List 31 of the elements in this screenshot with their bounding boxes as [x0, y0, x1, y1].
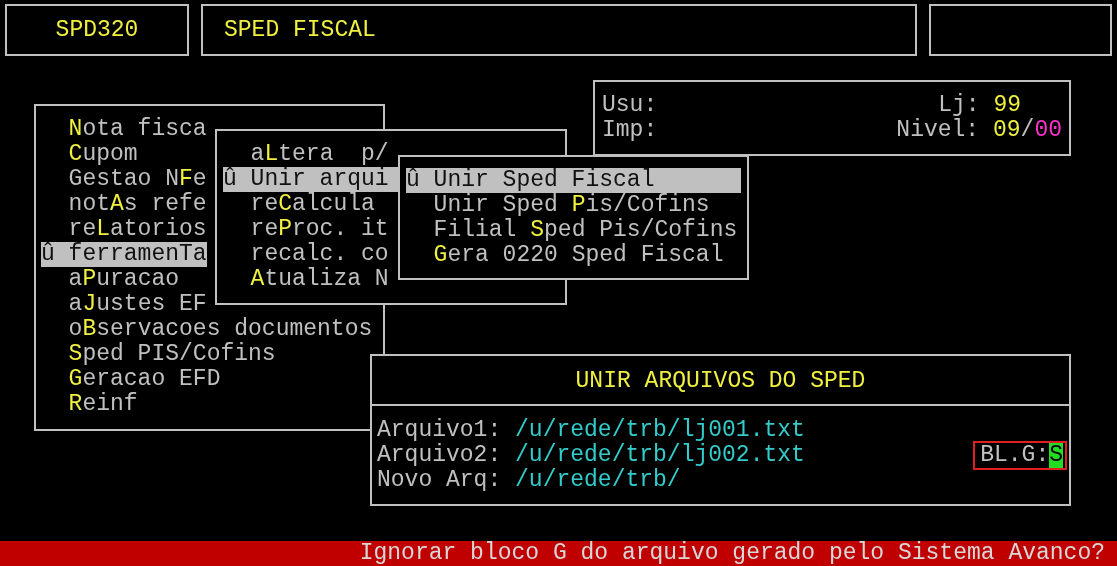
field-label: Arquivo1:: [377, 418, 503, 443]
menu-item[interactable]: aJustes EF: [41, 292, 207, 317]
menu-item[interactable]: Reinf: [41, 392, 138, 417]
menu-item[interactable]: aPuracao: [41, 267, 180, 292]
menu-item[interactable]: notAs refe: [41, 192, 207, 217]
menu-item[interactable]: Sped PIS/Cofins: [41, 342, 276, 367]
menu-item[interactable]: reLatorios: [41, 217, 207, 242]
level-info: Nivel: 09/00: [896, 118, 1062, 143]
menu-item[interactable]: Cupom: [41, 142, 138, 167]
status-message: Ignorar bloco G do arquivo gerado pelo Sistema Avanco?: [359, 540, 1105, 566]
program-code: SPD320: [55, 17, 139, 43]
menu-item[interactable]: û Unir Sped Fiscal: [406, 168, 741, 193]
menu-item[interactable]: Unir Sped Pis/Cofins: [406, 193, 741, 218]
store-info: Lj: 99: [938, 93, 1022, 118]
menu-item[interactable]: û ferramenTa: [41, 242, 207, 267]
dialog-title: UNIR ARQUIVOS DO SPED: [575, 368, 866, 394]
field-label: Novo Arq:: [377, 468, 503, 493]
field-value[interactable]: /u/rede/trb/lj002.txt: [515, 443, 805, 468]
menu-item[interactable]: Nota fisca: [41, 117, 207, 142]
field-value[interactable]: /u/rede/trb/lj001.txt: [515, 418, 805, 443]
field-value[interactable]: /u/rede/trb/: [515, 468, 681, 493]
menu-item[interactable]: Gera 0220 Sped Fiscal: [406, 243, 741, 268]
user-label: Usu:: [602, 93, 658, 118]
option-field[interactable]: BL.G:S: [973, 441, 1067, 470]
menu-item[interactable]: Filial Sped Pis/Cofins: [406, 218, 741, 243]
field-label: Arquivo2:: [377, 443, 503, 468]
menu-item[interactable]: oBservacoes documentos: [41, 317, 373, 342]
menu-item[interactable]: Geracao EFD: [41, 367, 221, 392]
screen-title: SPED FISCAL: [224, 17, 376, 43]
printer-label: Imp:: [602, 118, 658, 143]
menu-item[interactable]: Gestao NFe: [41, 167, 207, 192]
